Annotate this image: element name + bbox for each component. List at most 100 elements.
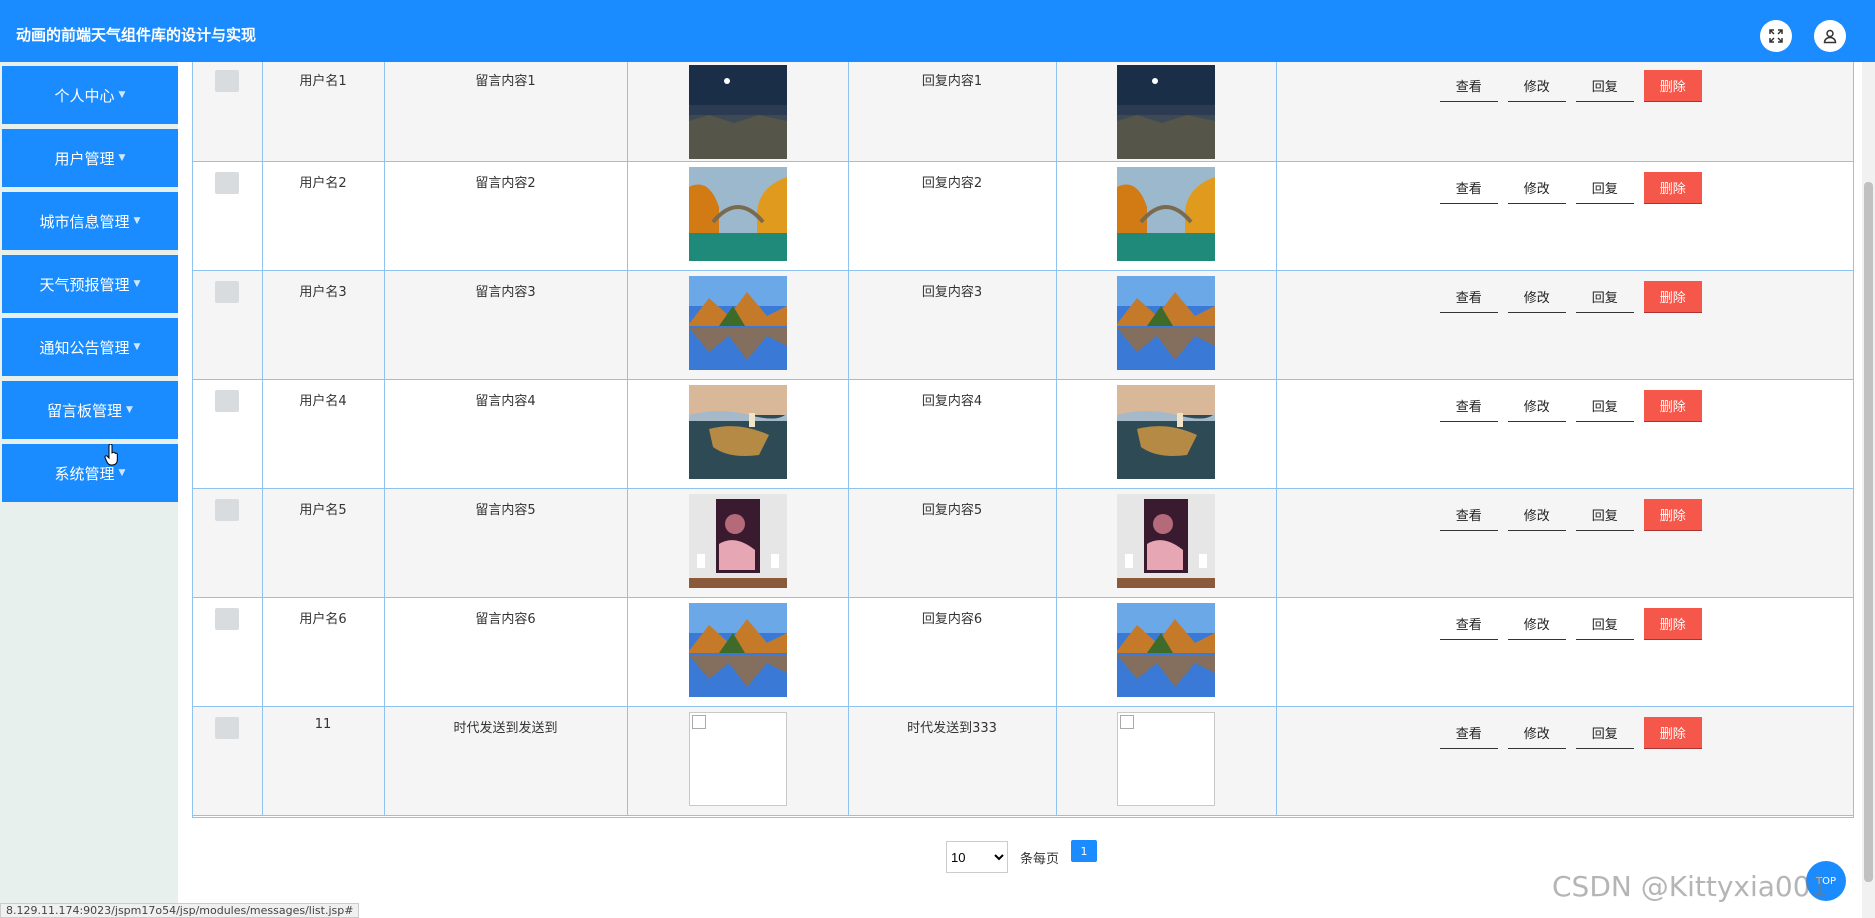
row-checkbox[interactable] [215,607,240,630]
username-cell: 11 [261,705,385,816]
sidebar-item-forecast[interactable]: 天气预报管理 ▼ [2,255,178,313]
row-checkbox[interactable] [215,389,240,412]
reply-button[interactable]: 回复 [1575,172,1634,204]
reply-image [1057,493,1276,588]
row-checkbox[interactable] [215,498,240,521]
reply-content-cell: 回复内容4 [847,378,1057,489]
view-button[interactable]: 查看 [1439,172,1498,204]
table-row: 用户名2 留言内容2 回复内容2 查看 修改 回复 删除 [193,160,1853,271]
reply-image [1057,65,1276,159]
reply-image [1057,602,1276,697]
reply-content-cell: 回复内容5 [847,487,1057,598]
table-row: 用户名5 留言内容5 回复内容5 查看 修改 回复 删除 [193,487,1853,598]
view-button[interactable]: 查看 [1439,608,1498,640]
messages-table: 用户名1 留言内容1 回复内容1 查看 修改 回复 删除 用户名2 留言内容2 回复内容2 查看 修改… [192,62,1854,818]
delete-button[interactable]: 删除 [1643,280,1702,313]
message-image [628,275,848,370]
reply-image-cell [1055,160,1277,271]
row-select-cell [193,378,263,489]
caret-down-icon: ▼ [133,342,141,352]
reply-button[interactable]: 回复 [1575,281,1634,313]
user-icon [1823,29,1837,44]
edit-button[interactable]: 修改 [1507,499,1566,531]
page-size-select[interactable]: 10 [946,841,1008,873]
pagination: 10 条每页 1 [946,840,1098,873]
reply-button[interactable]: 回复 [1575,70,1634,102]
delete-button[interactable]: 删除 [1643,171,1702,204]
edit-button[interactable]: 修改 [1507,390,1566,422]
actions-cell: 查看 修改 回复 删除 [1275,160,1853,271]
view-button[interactable]: 查看 [1439,499,1498,531]
edit-button[interactable]: 修改 [1507,172,1566,204]
caret-down-icon: ▼ [126,405,133,415]
row-select-cell [193,62,263,162]
sidebar-item-label: 留言板管理 [47,401,123,420]
message-image-cell [626,487,849,598]
delete-button[interactable]: 删除 [1643,607,1702,640]
row-checkbox[interactable] [215,716,240,739]
row-select-cell [193,269,263,380]
per-page-label: 条每页 [1020,851,1060,867]
page-button[interactable]: 1 [1071,840,1098,862]
view-button[interactable]: 查看 [1439,390,1498,422]
message-image-cell [626,62,849,162]
user-button[interactable] [1814,20,1846,52]
username-cell: 用户名4 [261,378,385,489]
message-image [628,493,848,588]
delete-button[interactable]: 删除 [1643,389,1702,422]
reply-button[interactable]: 回复 [1575,499,1634,531]
view-button[interactable]: 查看 [1439,281,1498,313]
username-cell: 用户名6 [261,596,385,707]
message-image-cell [626,269,849,380]
sidebar-item-notices[interactable]: 通知公告管理 ▼ [2,318,178,376]
username-cell: 用户名3 [261,269,385,380]
reply-content-cell: 时代发送到333 [847,705,1057,816]
sidebar-item-message-board[interactable]: 留言板管理 ▼ [2,381,178,439]
sidebar-item-user-management[interactable]: 用户管理 ▼ [2,129,178,187]
view-button[interactable]: 查看 [1439,70,1498,102]
sidebar-item-personal-center[interactable]: 个人中心 ▼ [2,66,178,124]
message-content-cell: 留言内容6 [383,596,628,707]
message-image [628,384,848,479]
caret-down-icon: ▼ [118,468,126,478]
message-content-cell: 时代发送到发送到 [383,705,628,816]
watermark: CSDN @Kittyxia001 [1552,870,1829,903]
reply-image [1057,384,1276,479]
edit-button[interactable]: 修改 [1507,717,1566,749]
row-select-cell [193,160,263,271]
reply-content-cell: 回复内容2 [847,160,1057,271]
scrollbar-thumb[interactable] [1864,182,1873,882]
reply-content-cell: 回复内容3 [847,269,1057,380]
actions-cell: 查看 修改 回复 删除 [1275,378,1853,489]
fullscreen-button[interactable] [1760,20,1792,52]
delete-button[interactable]: 删除 [1643,716,1702,749]
view-button[interactable]: 查看 [1439,717,1498,749]
message-image [628,602,848,697]
caret-down-icon: ▼ [118,153,126,163]
message-image [628,65,848,159]
table-row: 11 时代发送到发送到 时代发送到333 查看 修改 回复 删除 [193,705,1853,816]
reply-image [1057,275,1276,370]
sidebar-item-system[interactable]: 系统管理 ▼ [2,444,178,502]
row-checkbox[interactable] [215,280,240,303]
row-checkbox[interactable] [215,171,240,194]
row-checkbox[interactable] [215,70,240,92]
scrollbar[interactable] [1862,62,1875,918]
message-image [628,711,848,806]
message-content-cell: 留言内容1 [383,62,628,162]
sidebar-item-label: 用户管理 [54,149,115,168]
reply-button[interactable]: 回复 [1575,717,1634,749]
app-title: 动画的前端天气组件库的设计与实现 [16,26,257,44]
message-content-cell: 留言内容5 [383,487,628,598]
edit-button[interactable]: 修改 [1507,70,1566,102]
edit-button[interactable]: 修改 [1507,281,1566,313]
reply-button[interactable]: 回复 [1575,608,1634,640]
delete-button[interactable]: 删除 [1643,498,1702,531]
edit-button[interactable]: 修改 [1507,608,1566,640]
reply-button[interactable]: 回复 [1575,390,1634,422]
sidebar-item-city-info[interactable]: 城市信息管理 ▼ [2,192,178,250]
reply-image-cell [1055,705,1277,816]
top-header: 动画的前端天气组件库的设计与实现 [0,0,1875,62]
message-image-cell [626,596,849,707]
delete-button[interactable]: 删除 [1643,70,1702,102]
